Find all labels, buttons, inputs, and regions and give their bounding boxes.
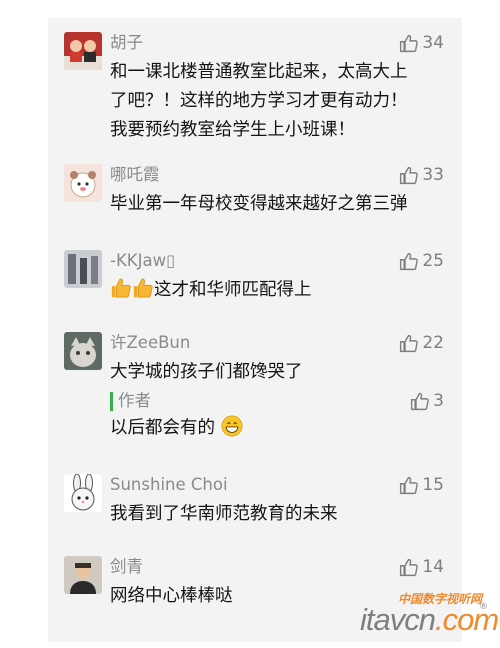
commenter-name[interactable]: 许ZeeBun <box>110 332 190 354</box>
like-button[interactable]: 22 <box>398 332 444 354</box>
like-button[interactable]: 33 <box>398 164 444 186</box>
watermark-registered-mark: ® <box>479 602 488 612</box>
commenter-name[interactable]: 哪吒霞 <box>110 164 160 186</box>
comment-line: 毕业第一年母校变得越来越好之第三弹 <box>110 194 408 214</box>
like-count: 3 <box>433 391 444 411</box>
comment-line: 我看到了华南师范教育的未来 <box>110 504 338 524</box>
commenter-name[interactable]: 胡子 <box>110 32 143 54</box>
comment-text: 我看到了华南师范教育的未来 <box>110 500 450 529</box>
like-count: 14 <box>422 557 444 577</box>
site-watermark: 中国数字视听网 itavcn.com ® <box>354 590 499 640</box>
reply-indicator <box>110 392 113 411</box>
comment-text: 毕业第一年母校变得越来越好之第三弹 <box>110 190 450 219</box>
comment-text: 大学城的孩子们都馋哭了 <box>110 358 450 387</box>
like-button[interactable]: 15 <box>398 474 444 496</box>
comment-line: 这才和华师匹配得上 <box>154 280 312 300</box>
watermark-logo-main: itavcn <box>360 602 436 637</box>
like-count: 25 <box>422 251 444 271</box>
reply-text: 以后都会有的 <box>110 414 450 443</box>
thumbs-up-icon <box>398 475 419 496</box>
thumbs-up-icon <box>398 33 419 54</box>
watermark-logo-suffix: .com <box>434 602 499 637</box>
watermark-logo: itavcn.com <box>360 602 499 638</box>
avatar[interactable] <box>64 556 102 594</box>
comment-line: 了吧？！这样的地方学习才更有动力！ <box>110 91 408 111</box>
like-button[interactable]: 14 <box>398 556 444 578</box>
commenter-name[interactable]: Sunshine Choi <box>110 474 228 496</box>
like-count: 33 <box>422 165 444 185</box>
like-count: 15 <box>422 475 444 495</box>
avatar[interactable] <box>64 250 102 288</box>
like-count: 22 <box>422 333 444 353</box>
like-count: 34 <box>422 33 444 53</box>
comment-line: 我要预约教室给学生上小班课！ <box>110 120 355 140</box>
avatar[interactable] <box>64 32 102 70</box>
like-button[interactable]: 34 <box>398 32 444 54</box>
reply-line: 以后都会有的 <box>110 418 215 438</box>
reply-author: 作者 <box>118 391 151 410</box>
thumbs-up-emoji-icon <box>133 278 153 298</box>
avatar[interactable] <box>64 164 102 202</box>
thumbs-up-icon <box>398 557 419 578</box>
commenter-name[interactable]: -KKJaw▯ <box>110 250 175 272</box>
grinning-face-emoji-icon <box>221 415 243 437</box>
comment-text: 这才和华师匹配得上 <box>110 276 450 305</box>
thumbs-up-icon <box>398 165 419 186</box>
comment-text: 和一课北楼普通教室比起来，太高大上 了吧？！这样的地方学习才更有动力！ 我要预约… <box>110 58 450 145</box>
commenter-name[interactable]: 剑青 <box>110 556 143 578</box>
thumbs-up-icon <box>398 251 419 272</box>
reply-like-button[interactable]: 3 <box>409 390 444 412</box>
thumbs-up-icon <box>398 333 419 354</box>
like-button[interactable]: 25 <box>398 250 444 272</box>
comment-line: 大学城的孩子们都馋哭了 <box>110 362 303 382</box>
comment-line: 和一课北楼普通教室比起来，太高大上 <box>110 62 408 82</box>
thumbs-up-icon <box>409 391 430 412</box>
comments-panel: 胡子 34 和一课北楼普通教室比起来，太高大上 了吧？！这样的地方学习才更有动力… <box>48 18 462 642</box>
thumbs-up-emoji-icon <box>111 278 131 298</box>
avatar[interactable] <box>64 332 102 370</box>
avatar[interactable] <box>64 474 102 512</box>
